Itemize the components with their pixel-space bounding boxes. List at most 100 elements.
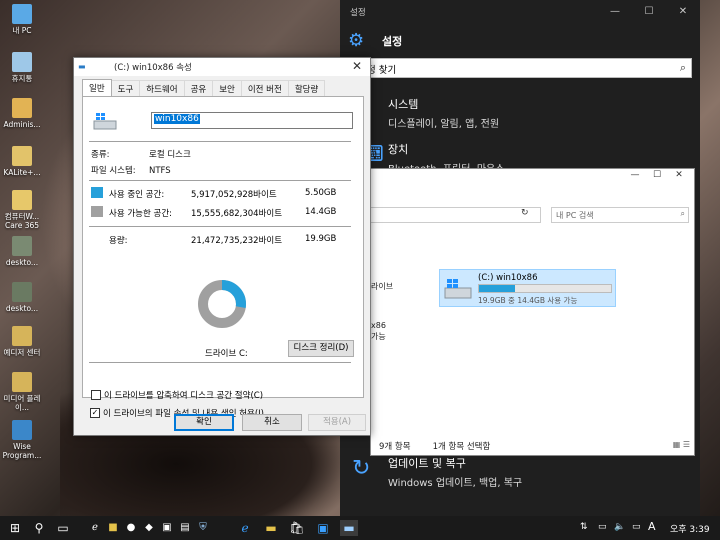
desktop-icon[interactable]: deskto... [2, 236, 42, 267]
store-icon[interactable]: 🛍 [288, 520, 306, 536]
settings-close-button[interactable]: ✕ [666, 0, 700, 24]
explorer-maximize-button[interactable]: ☐ [646, 170, 668, 180]
dialog-title: (C:) win10x86 속성 [114, 63, 192, 73]
start-windows-icon[interactable]: ⊞ [6, 520, 24, 536]
explorer-close-button[interactable]: ✕ [668, 170, 690, 180]
nav-item[interactable]: x86 [371, 321, 386, 330]
clock[interactable]: 오후 3:39 [670, 522, 710, 535]
drive-icon [93, 113, 117, 130]
checkbox-box[interactable]: ✓ [90, 408, 100, 418]
settings-category-update[interactable]: 업데이트 및 복구 Windows 업데이트, 백업, 복구 [388, 455, 522, 489]
gear-icon: ⚙ [348, 30, 365, 51]
notification-icon[interactable]: ▭ [598, 522, 607, 532]
refresh-icon[interactable]: ↻ [521, 208, 529, 218]
usage-donut-chart [198, 280, 246, 328]
status-selected: 1개 항목 선택함 [432, 442, 491, 452]
app-icon[interactable]: ▤ [176, 520, 194, 536]
desktop-icon[interactable]: deskto... [2, 282, 42, 313]
desktop-icon-label: Wise Program... [2, 442, 42, 460]
volume-icon[interactable]: 🔈 [614, 522, 625, 532]
desktop-icon[interactable]: Wise Program... [2, 420, 42, 460]
drive-name-input[interactable]: win10x86 [151, 112, 353, 129]
drive-usage-fill [479, 285, 515, 292]
drive-tile-c[interactable]: (C:) win10x86 19.9GB 중 14.4GB 사용 가능 [439, 269, 616, 307]
desktop-icon[interactable]: 휴지통 [2, 52, 42, 83]
nav-item[interactable]: 라이브 [371, 281, 393, 292]
drive-task-icon[interactable]: ▬ [340, 520, 358, 536]
desktop-icon[interactable]: 미디어 플레이... [2, 372, 42, 412]
desktop-icon-label: deskto... [5, 258, 39, 267]
ie-icon[interactable]: ℯ [86, 520, 104, 536]
desktop-icon-image [12, 146, 32, 166]
explorer-search-input[interactable]: 내 PC 검색 ⌕ [551, 207, 689, 223]
explorer-statusbar: 9개 항목 1개 항목 선택함 ▦ ☰ [371, 437, 694, 455]
desktop-icon-label: 휴지통 [11, 74, 33, 83]
app-icon[interactable]: ▣ [158, 520, 176, 536]
desktop-icon-image [12, 98, 32, 118]
dialog-close-button[interactable]: ✕ [352, 59, 362, 73]
search-icon: ⌕ [680, 209, 685, 218]
shield-icon[interactable]: ⛨ [194, 520, 212, 536]
free-space-gb: 14.4GB [305, 207, 337, 217]
desktop-icon-label: deskto... [5, 304, 39, 313]
file-explorer-icon[interactable]: ▬ [262, 520, 280, 536]
drive-free-text: 19.9GB 중 14.4GB 사용 가능 [478, 296, 578, 305]
type-row: 종류: 로컬 디스크 [91, 148, 191, 160]
settings-titlebar: 설정 — ☐ ✕ [340, 0, 700, 24]
checkbox-box[interactable] [91, 390, 101, 400]
settings-maximize-button[interactable]: ☐ [632, 0, 666, 24]
desktop-icon-image [12, 326, 32, 346]
drive-name-value: win10x86 [154, 114, 200, 124]
view-toggle-icon[interactable]: ▦ ☰ [673, 440, 690, 449]
settings-window-title: 설정 [350, 8, 366, 18]
category-subtitle: Windows 업데이트, 백업, 복구 [388, 478, 523, 489]
compress-label: 이 드라이브를 압축하여 디스크 공간 절약(C) [104, 391, 264, 401]
explorer-minimize-button[interactable]: — [624, 170, 646, 180]
task-view-icon[interactable]: ▭ [54, 520, 72, 536]
capacity-label: 용량: [109, 236, 128, 246]
explorer-window: — ☐ ✕ ↻ 내 PC 검색 ⌕ 라이브 x86 가능 (C:) win10x… [370, 168, 695, 456]
drive-small-icon: ▬ [78, 62, 86, 71]
desktop-icon[interactable]: 컴퓨터W... Care 365 [2, 190, 42, 230]
edge-icon[interactable]: ℯ [236, 520, 254, 536]
desktop-icon[interactable]: KALite+... [2, 146, 42, 177]
desktop-icon[interactable]: 내 PC [2, 4, 42, 35]
app-icon[interactable]: ● [122, 520, 140, 536]
desktop-icon[interactable]: 예디저 센터 [2, 326, 42, 357]
nav-item[interactable]: 가능 [371, 331, 386, 342]
taskbar: ⊞ ⚲ ▭ ℯ ■ ● ◆ ▣ ▤ ⛨ ℯ ▬ 🛍 ▣ ▬ ⇅ ▭ 🔈 ▭ A … [0, 516, 720, 540]
settings-heading: 설정 [382, 34, 403, 48]
network-icon[interactable]: ⇅ [580, 522, 588, 532]
address-bar[interactable]: ↻ [371, 207, 541, 223]
search-icon[interactable]: ⌕ [680, 61, 686, 75]
settings-search-input[interactable]: 정 찾기 ⌕ [360, 58, 692, 78]
apply-button[interactable]: 적용(A) [308, 414, 366, 431]
desktop-icon-label: 내 PC [12, 26, 32, 35]
settings-category-system[interactable]: 시스템 디스플레이, 알림, 앱, 전원 [388, 96, 499, 130]
dialog-titlebar: ▬ (C:) win10x86 속성 ✕ [74, 58, 370, 76]
ime-indicator[interactable]: A [648, 520, 656, 533]
app-icon[interactable]: ▣ [314, 520, 332, 536]
category-title: 시스템 [388, 98, 419, 111]
status-items: 9개 항목 [379, 442, 411, 452]
settings-minimize-button[interactable]: — [598, 0, 632, 24]
cancel-button[interactable]: 취소 [242, 414, 302, 431]
desktop-icon-image [12, 52, 32, 72]
compress-checkbox[interactable]: 이 드라이브를 압축하여 디스크 공간 절약(C) [91, 389, 263, 401]
folder-icon[interactable]: ■ [104, 520, 122, 536]
ok-button[interactable]: 확인 [174, 414, 234, 431]
used-space-label: 사용 중인 공간: [109, 190, 165, 200]
desktop-icon-label: KALite+... [3, 168, 41, 177]
disk-cleanup-button[interactable]: 디스크 정리(D) [288, 340, 354, 357]
app-icon[interactable]: ◆ [140, 520, 158, 536]
divider [89, 362, 351, 363]
search-icon[interactable]: ⚲ [30, 520, 48, 536]
category-title: 업데이트 및 복구 [388, 457, 466, 470]
desktop-icon-image [12, 282, 32, 302]
settings-header: ⚙ 설정 [348, 30, 402, 51]
desktop-icon-label: Adminis... [3, 120, 41, 129]
filesystem-row: 파일 시스템: NTFS [91, 164, 171, 176]
battery-icon[interactable]: ▭ [632, 522, 641, 532]
type-value: 로컬 디스크 [149, 150, 191, 160]
desktop-icon[interactable]: Adminis... [2, 98, 42, 129]
